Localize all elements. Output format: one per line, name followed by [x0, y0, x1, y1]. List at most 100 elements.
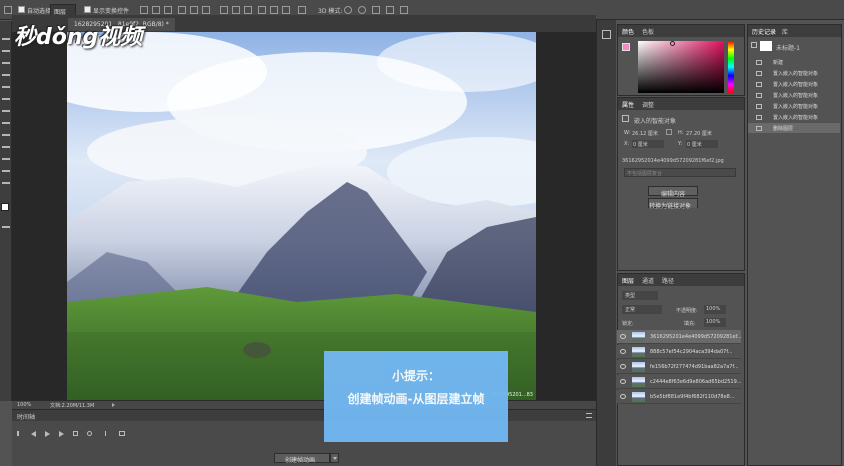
foreground-color-chip[interactable] — [622, 43, 630, 51]
zoom-tool-icon[interactable] — [2, 177, 10, 184]
align-right-icon[interactable] — [202, 6, 210, 14]
3d-pan-icon[interactable] — [372, 6, 380, 14]
play-icon[interactable] — [45, 431, 50, 437]
distribute-center-icon[interactable] — [270, 6, 278, 14]
x-field[interactable]: 0 厘米 — [632, 140, 664, 148]
edit-contents-button[interactable]: 编辑内容 — [648, 186, 698, 198]
visibility-eye-icon[interactable] — [620, 364, 626, 369]
auto-select-checkbox[interactable] — [18, 6, 25, 13]
fill-field[interactable]: 100% — [704, 318, 726, 327]
quick-mask-icon[interactable] — [2, 221, 10, 228]
tab-color[interactable]: 颜色 — [622, 27, 634, 36]
first-frame-icon[interactable] — [17, 431, 22, 436]
path-select-tool-icon[interactable] — [2, 165, 10, 172]
split-icon[interactable] — [105, 431, 110, 436]
layer-name[interactable]: b5e5bf881e9f4bf682f110d78e8... — [650, 394, 735, 400]
eraser-tool-icon[interactable] — [2, 129, 10, 136]
pen-tool-icon[interactable] — [2, 141, 10, 148]
history-item[interactable]: 置入嵌入的智能对象 — [748, 79, 840, 89]
foreground-color-swatch[interactable] — [1, 203, 9, 211]
tab-channels[interactable]: 通道 — [642, 276, 654, 285]
visibility-eye-icon[interactable] — [620, 394, 626, 399]
distribute-left-icon[interactable] — [258, 6, 266, 14]
visibility-eye-icon[interactable] — [620, 334, 626, 339]
layer-name[interactable]: fe156b72f277474d91baa82a7a7f... — [650, 364, 739, 370]
brush-tool-icon[interactable] — [2, 105, 10, 112]
link-icon[interactable] — [666, 129, 672, 135]
tab-history[interactable]: 历史记录 — [752, 27, 776, 36]
layer-name[interactable]: 888c57ef54c2904aca394da07f... — [650, 349, 733, 355]
color-picker-field[interactable] — [638, 41, 724, 93]
3d-rotate-icon[interactable] — [344, 6, 352, 14]
distribute-right-icon[interactable] — [282, 6, 290, 14]
align-top-icon[interactable] — [140, 6, 148, 14]
visibility-eye-icon[interactable] — [620, 349, 626, 354]
arrange-icon[interactable] — [602, 30, 611, 39]
audio-icon[interactable] — [73, 431, 78, 436]
history-item[interactable]: 置入嵌入的智能对象 — [748, 101, 840, 111]
create-frame-animation-button[interactable]: 创建帧动画 — [274, 453, 330, 464]
status-menu-arrow-icon[interactable] — [112, 403, 117, 407]
history-brush-icon[interactable] — [751, 42, 757, 48]
visibility-eye-icon[interactable] — [620, 379, 626, 384]
3d-roll-icon[interactable] — [358, 6, 366, 14]
history-document-name[interactable]: 未标题-1 — [776, 43, 800, 52]
clone-stamp-tool-icon[interactable] — [2, 117, 10, 124]
layer-row[interactable]: 888c57ef54c2904aca394da07f... — [617, 345, 741, 359]
history-item[interactable]: 置入嵌入的智能对象 — [748, 68, 840, 78]
settings-icon[interactable] — [87, 431, 92, 436]
auto-align-icon[interactable] — [298, 6, 306, 14]
document-info[interactable]: 文档:2.20M/11.3M — [50, 402, 94, 409]
blend-mode-select[interactable]: 正常 — [622, 305, 662, 314]
layer-row[interactable]: c2444e8f63e6d9e806ad65bd2519... — [617, 375, 742, 389]
tab-adjustments[interactable]: 调整 — [642, 100, 654, 109]
mountain-photo[interactable]: 1628295201...83 — [67, 32, 536, 401]
timeline-menu-icon[interactable] — [586, 413, 592, 418]
healing-brush-tool-icon[interactable] — [2, 93, 10, 100]
tab-paths[interactable]: 路径 — [662, 276, 674, 285]
move-tool-icon[interactable] — [4, 6, 12, 14]
layer-row[interactable]: fe156b72f277474d91baa82a7a7f... — [617, 360, 741, 374]
layer-comp-select[interactable]: 不包括图层复合 — [624, 168, 736, 177]
color-picker-cursor[interactable] — [670, 41, 675, 46]
height-value[interactable]: 27.20 厘米 — [686, 130, 712, 137]
layer-row[interactable]: 3616295201e4e4099d57209281ef... — [617, 330, 742, 344]
y-field[interactable]: 0 厘米 — [686, 140, 718, 148]
history-item[interactable]: 置入嵌入的智能对象 — [748, 112, 840, 122]
history-item[interactable]: 置入嵌入的智能对象 — [748, 90, 840, 100]
align-middle-icon[interactable] — [152, 6, 160, 14]
align-bottom-icon[interactable] — [164, 6, 172, 14]
align-center-icon[interactable] — [190, 6, 198, 14]
tab-layers[interactable]: 图层 — [622, 276, 634, 285]
layer-filter-select[interactable]: 类型 — [622, 291, 658, 300]
3d-scale-icon[interactable] — [400, 6, 408, 14]
lasso-tool-icon[interactable] — [2, 45, 10, 52]
layer-name[interactable]: 3616295201e4e4099d57209281ef... — [650, 334, 742, 340]
transition-icon[interactable] — [119, 431, 125, 436]
3d-slide-icon[interactable] — [386, 6, 394, 14]
history-item[interactable]: 新建 — [748, 57, 840, 67]
eyedropper-tool-icon[interactable] — [2, 81, 10, 88]
tab-properties[interactable]: 属性 — [622, 100, 634, 109]
align-left-icon[interactable] — [178, 6, 186, 14]
width-value[interactable]: 26.12 厘米 — [632, 130, 658, 137]
type-tool-icon[interactable] — [2, 153, 10, 160]
create-animation-dropdown[interactable] — [330, 453, 339, 463]
tab-swatches[interactable]: 色板 — [642, 27, 654, 36]
crop-tool-icon[interactable] — [2, 69, 10, 76]
next-frame-icon[interactable] — [59, 431, 64, 437]
zoom-level[interactable]: 100% — [17, 402, 31, 408]
history-item[interactable]: 删除图层 — [748, 123, 840, 133]
layer-name[interactable]: c2444e8f63e6d9e806ad65bd2519... — [650, 379, 742, 385]
opacity-field[interactable]: 100% — [704, 305, 726, 314]
quick-select-tool-icon[interactable] — [2, 57, 10, 64]
layer-row[interactable]: b5e5bf881e9f4bf682f110d78e8... — [617, 390, 741, 404]
distribute-top-icon[interactable] — [220, 6, 228, 14]
distribute-middle-icon[interactable] — [232, 6, 240, 14]
distribute-bottom-icon[interactable] — [244, 6, 252, 14]
marquee-tool-icon[interactable] — [2, 33, 10, 40]
prev-frame-icon[interactable] — [31, 431, 36, 437]
show-transform-checkbox[interactable] — [84, 6, 91, 13]
hue-slider[interactable] — [728, 41, 734, 93]
tab-libraries[interactable]: 库 — [782, 27, 788, 36]
